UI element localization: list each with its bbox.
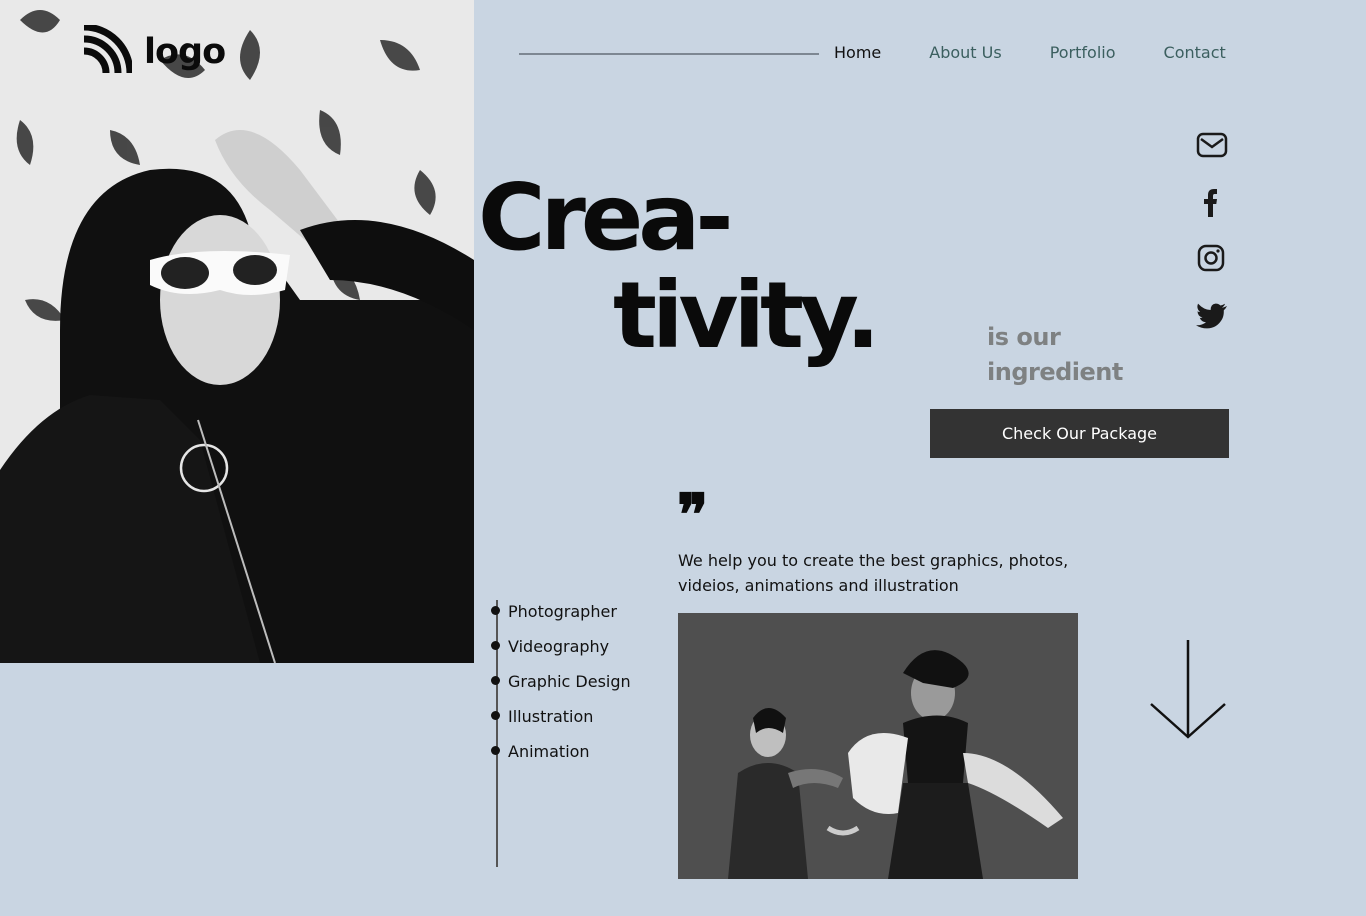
nav-divider (519, 53, 819, 55)
bullet-dot (491, 606, 500, 615)
service-illustration: Illustration (490, 699, 638, 734)
instagram-icon[interactable] (1195, 242, 1229, 276)
signal-arcs-icon (82, 23, 134, 79)
nav-portfolio[interactable]: Portfolio (1050, 43, 1116, 62)
bullet-dot (491, 711, 500, 720)
nav-home[interactable]: Home (834, 43, 881, 62)
bullet-dot (491, 746, 500, 755)
headline-line-1: Crea- (478, 164, 734, 271)
services-list: Photographer Videography Graphic Design … (490, 594, 638, 769)
logo-text: logo (144, 32, 226, 72)
dancers-photo (678, 613, 1078, 879)
nav-contact[interactable]: Contact (1164, 43, 1226, 62)
bullet-dot (491, 641, 500, 650)
nav-about-us[interactable]: About Us (929, 43, 1001, 62)
facebook-icon[interactable] (1195, 185, 1229, 219)
tagline: is our ingredient (987, 323, 1123, 386)
social-links (1195, 128, 1231, 356)
arrow-down-icon[interactable] (1148, 638, 1228, 740)
service-graphic-design: Graphic Design (490, 664, 638, 699)
main-nav: Home About Us Portfolio Contact (834, 43, 1226, 62)
service-animation: Animation (490, 734, 638, 769)
quote-text: We help you to create the best graphics,… (678, 551, 1069, 595)
logo[interactable]: logo (82, 23, 226, 79)
check-package-button[interactable]: Check Our Package (930, 409, 1229, 458)
bullet-dot (491, 676, 500, 685)
service-videography: Videography (490, 629, 638, 664)
hero-photo (0, 0, 474, 663)
mail-icon[interactable] (1195, 128, 1229, 162)
service-photographer: Photographer (490, 594, 638, 629)
quote-mark: ❞ (677, 481, 709, 549)
twitter-icon[interactable] (1195, 299, 1229, 333)
headline-line-2: tivity. (613, 262, 880, 369)
